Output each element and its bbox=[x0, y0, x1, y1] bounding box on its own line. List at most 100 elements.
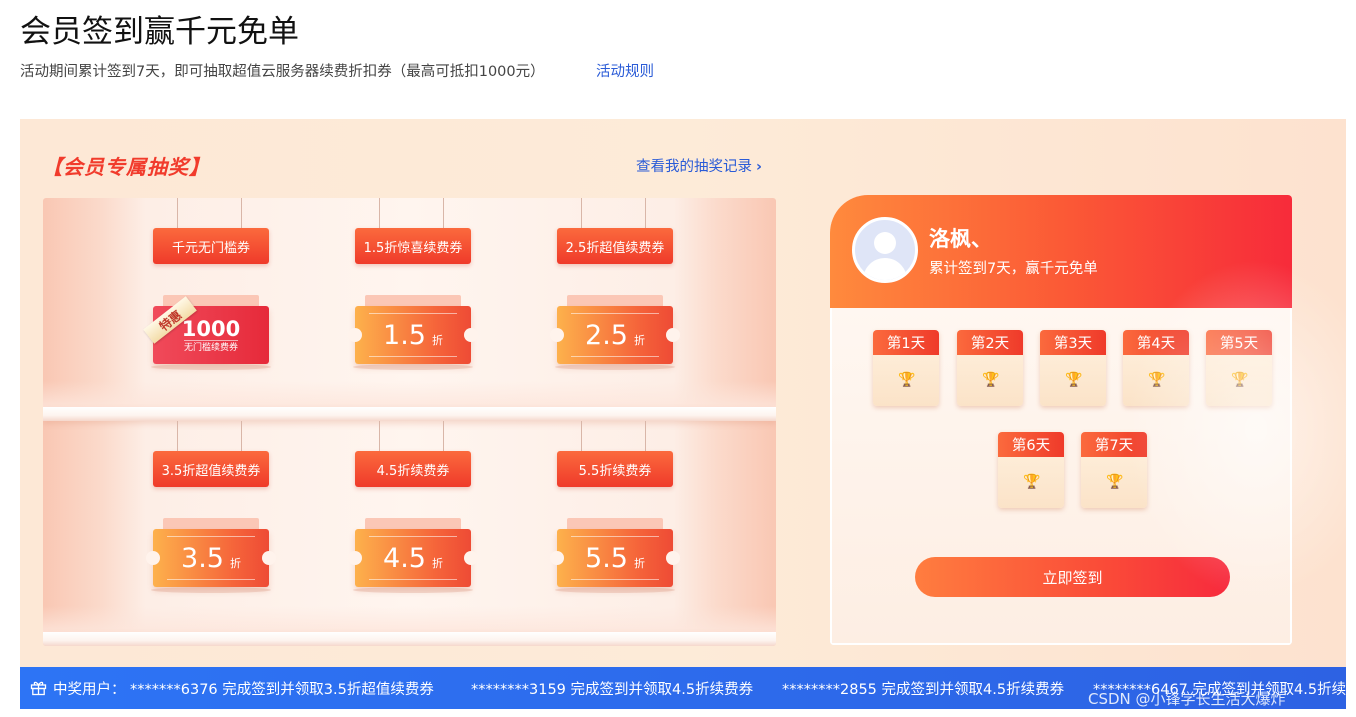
coupon-unit: 无门槛续费券 bbox=[183, 340, 238, 354]
hanging-string bbox=[177, 421, 178, 451]
hanging-string bbox=[581, 421, 582, 451]
coupon-line bbox=[571, 356, 659, 357]
day-label: 第1天 bbox=[873, 330, 939, 355]
coupon-discount: 4.5 折 bbox=[348, 529, 478, 587]
trophy-icon: 🏆 bbox=[1106, 474, 1124, 490]
coupon-line bbox=[571, 536, 659, 537]
avatar bbox=[852, 217, 918, 283]
ticker-item: ********2855 完成签到并领取4.5折续费券 bbox=[782, 682, 1065, 698]
activity-rules-link[interactable]: 活动规则 bbox=[596, 60, 654, 81]
day-label: 第6天 bbox=[998, 432, 1064, 457]
prize-tag: 3.5折超值续费券 bbox=[153, 451, 269, 487]
day-card: 第3天 🏆 bbox=[1040, 330, 1106, 406]
lottery-record-label: 查看我的抽奖记录 bbox=[636, 159, 752, 175]
prize-item[interactable]: 3.5折超值续费券 3.5 折 bbox=[111, 421, 311, 601]
coupon-value: 1.5 bbox=[383, 319, 426, 351]
gift-icon bbox=[30, 681, 47, 696]
coupon-shadow bbox=[353, 587, 473, 593]
coupon-value: 1000 bbox=[181, 317, 241, 341]
hanging-string bbox=[379, 198, 380, 228]
coupon-line bbox=[571, 313, 659, 314]
coupon-discount: 5.5 折 bbox=[550, 529, 680, 587]
signin-button[interactable]: 立即签到 bbox=[915, 557, 1230, 597]
user-name: 洛枫、 bbox=[929, 227, 992, 251]
lottery-panel: 【会员专属抽奖】 查看我的抽奖记录 › 千元无门槛券 1000 无门槛续费券 特惠… bbox=[20, 119, 1346, 667]
coupon-1000: 1000 无门槛续费券 特惠 bbox=[143, 296, 269, 364]
trophy-icon: 🏆 bbox=[898, 372, 916, 388]
coupon-discount: 2.5 折 bbox=[550, 306, 680, 364]
activity-description: 活动期间累计签到7天，即可抽取超值云服务器续费折扣券（最高可抵扣1000元） bbox=[20, 64, 545, 80]
prize-tag: 5.5折续费券 bbox=[557, 451, 673, 487]
hanging-string bbox=[645, 198, 646, 228]
coupon-line bbox=[369, 579, 457, 580]
day-label: 第3天 bbox=[1040, 330, 1106, 355]
coupon-value: 4.5 bbox=[383, 542, 426, 574]
coupon-unit: 折 bbox=[633, 557, 645, 570]
hanging-string bbox=[645, 421, 646, 451]
coupon-value: 5.5 bbox=[585, 542, 628, 574]
day-card: 第7天 🏆 bbox=[1081, 432, 1147, 508]
day-label: 第5天 bbox=[1206, 330, 1272, 355]
ticker-label: 中奖用户： bbox=[53, 682, 126, 698]
hanging-string bbox=[241, 198, 242, 228]
watermark-text: CSDN @小锋学长生活大爆炸 bbox=[1088, 690, 1286, 708]
prize-item[interactable]: 2.5折超值续费券 2.5 折 bbox=[515, 198, 715, 378]
prize-tag: 千元无门槛券 bbox=[153, 228, 269, 264]
coupon-line bbox=[369, 313, 457, 314]
coupon-line bbox=[167, 579, 255, 580]
hanging-string bbox=[177, 198, 178, 228]
coupon-unit: 折 bbox=[229, 557, 241, 570]
shelf-board-bottom-shadow bbox=[43, 606, 776, 632]
trophy-icon: 🏆 bbox=[1231, 372, 1249, 388]
day-label: 第4天 bbox=[1123, 330, 1189, 355]
coupon-line bbox=[369, 536, 457, 537]
day-label: 第2天 bbox=[957, 330, 1023, 355]
coupon-shadow bbox=[151, 364, 271, 370]
hanging-string bbox=[443, 421, 444, 451]
shelf-board-top-shadow bbox=[43, 381, 776, 407]
day-card: 第2天 🏆 bbox=[957, 330, 1023, 406]
day-card: 第5天 🏆 bbox=[1206, 330, 1272, 406]
signin-header: 洛枫、 累计签到7天，赢千元免单 bbox=[830, 195, 1292, 308]
prize-tag: 4.5折续费券 bbox=[355, 451, 471, 487]
hanging-string bbox=[241, 421, 242, 451]
day-card: 第6天 🏆 bbox=[998, 432, 1064, 508]
hanging-string bbox=[581, 198, 582, 228]
coupon-shadow bbox=[555, 587, 675, 593]
prize-item[interactable]: 4.5折续费券 4.5 折 bbox=[313, 421, 513, 601]
coupon-value: 3.5 bbox=[181, 542, 224, 574]
day-card: 第1天 🏆 bbox=[873, 330, 939, 406]
coupon-shadow bbox=[151, 587, 271, 593]
ticker-item: *******6376 完成签到并领取3.5折超值续费券 bbox=[130, 682, 434, 698]
prize-tag: 1.5折惊喜续费券 bbox=[355, 228, 471, 264]
prize-item[interactable]: 5.5折续费券 5.5 折 bbox=[515, 421, 715, 601]
prize-tag: 2.5折超值续费券 bbox=[557, 228, 673, 264]
page-title: 会员签到赢千元免单 bbox=[20, 14, 299, 50]
lottery-record-link[interactable]: 查看我的抽奖记录 › bbox=[636, 155, 762, 176]
trophy-icon: 🏆 bbox=[1023, 474, 1041, 490]
prize-item[interactable]: 1.5折惊喜续费券 1.5 折 bbox=[313, 198, 513, 378]
day-card: 第4天 🏆 bbox=[1123, 330, 1189, 406]
lottery-title: 【会员专属抽奖】 bbox=[42, 155, 210, 179]
signin-subtitle: 累计签到7天，赢千元免单 bbox=[929, 261, 1098, 277]
prize-shelf: 千元无门槛券 1000 无门槛续费券 特惠 1.5折惊喜续费券 1.5 折 2.… bbox=[43, 198, 776, 646]
shelf-board-bottom bbox=[43, 632, 776, 646]
trophy-icon: 🏆 bbox=[1148, 372, 1166, 388]
day-label: 第7天 bbox=[1081, 432, 1147, 457]
avatar-body bbox=[863, 258, 907, 280]
prize-item[interactable]: 千元无门槛券 1000 无门槛续费券 特惠 bbox=[111, 198, 311, 378]
chevron-right-icon: › bbox=[756, 159, 762, 175]
shelf-board-top bbox=[43, 407, 776, 421]
trophy-icon: 🏆 bbox=[1065, 372, 1083, 388]
signin-card: 洛枫、 累计签到7天，赢千元免单 第1天 🏆 第2天 🏆 第3天 🏆 第4天 🏆… bbox=[830, 195, 1292, 645]
coupon-discount: 3.5 折 bbox=[146, 529, 276, 587]
trophy-icon: 🏆 bbox=[982, 372, 1000, 388]
coupon-unit: 折 bbox=[633, 334, 645, 347]
coupon-unit: 折 bbox=[431, 557, 443, 570]
coupon-value: 2.5 bbox=[585, 319, 628, 351]
ticker-item: ********3159 完成签到并领取4.5折续费券 bbox=[471, 682, 754, 698]
hanging-string bbox=[379, 421, 380, 451]
coupon-line bbox=[369, 356, 457, 357]
coupon-unit: 折 bbox=[431, 334, 443, 347]
coupon-line bbox=[571, 579, 659, 580]
